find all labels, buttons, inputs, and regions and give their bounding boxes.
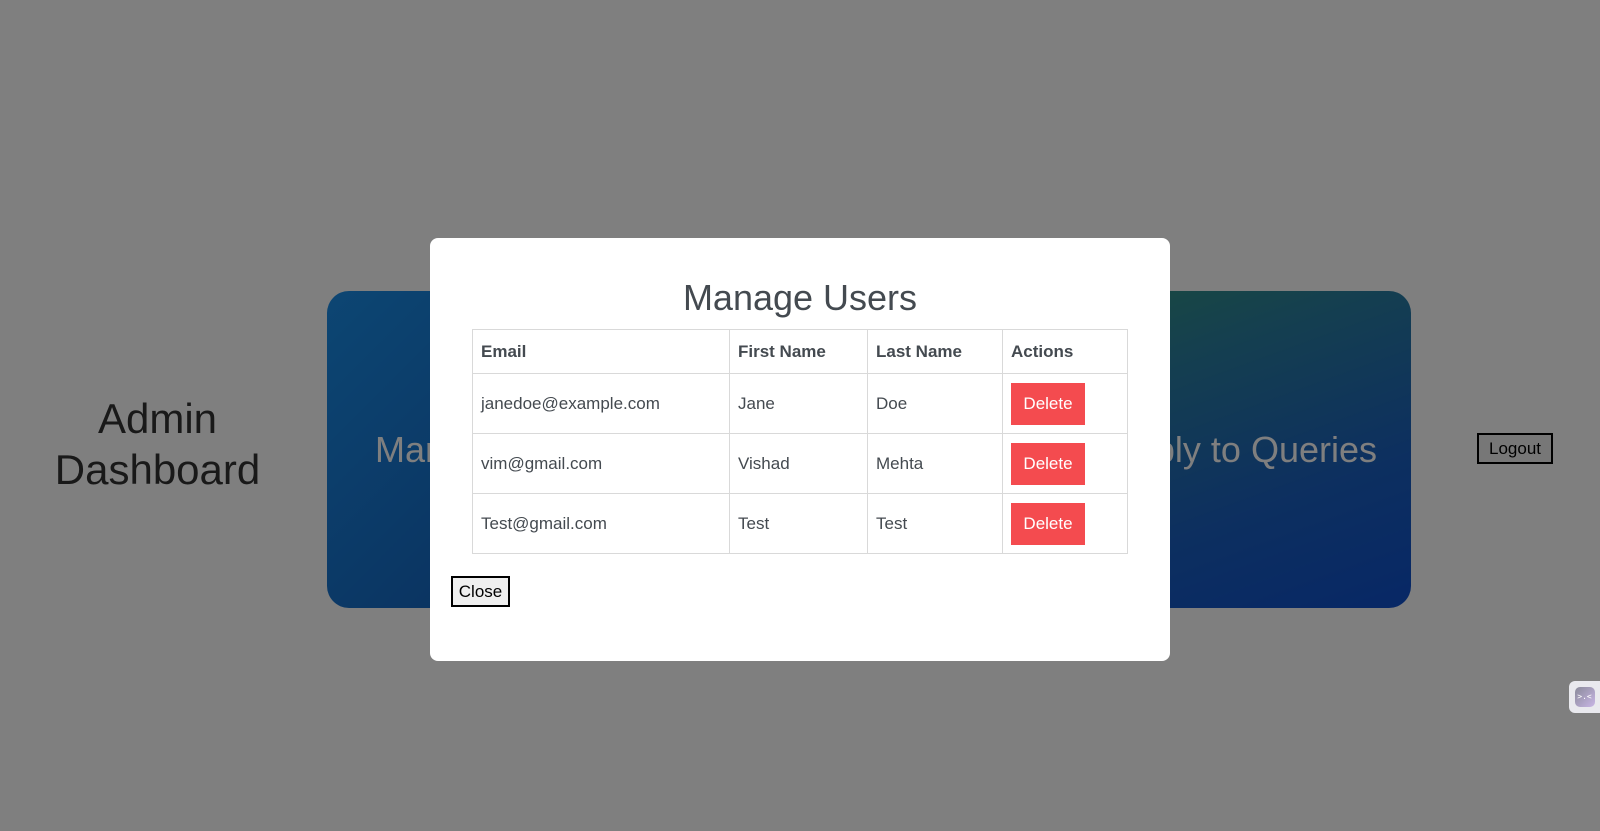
cell-first-name: Vishad bbox=[729, 433, 868, 494]
modal-title: Manage Users bbox=[682, 277, 918, 318]
table-header-row: Email First Name Last Name Actions bbox=[472, 329, 1128, 374]
table-row: vim@gmail.com Vishad Mehta Delete bbox=[472, 433, 1128, 494]
admin-page: Admin Dashboard Manage Users Reply to Qu… bbox=[0, 0, 1600, 831]
close-button[interactable]: Close bbox=[451, 576, 510, 607]
header-first-name: First Name bbox=[729, 329, 868, 374]
cell-last-name: Test bbox=[867, 493, 1003, 554]
delete-user-button[interactable]: Delete bbox=[1011, 382, 1085, 425]
cell-email: Test@gmail.com bbox=[472, 493, 730, 554]
cell-first-name: Jane bbox=[729, 373, 868, 434]
header-actions: Actions bbox=[1002, 329, 1128, 374]
cell-last-name: Mehta bbox=[867, 433, 1003, 494]
cell-actions: Delete bbox=[1002, 433, 1128, 494]
cell-last-name: Doe bbox=[867, 373, 1003, 434]
assistant-widget[interactable]: >.< bbox=[1569, 681, 1600, 713]
header-last-name: Last Name bbox=[867, 329, 1003, 374]
cell-actions: Delete bbox=[1002, 373, 1128, 434]
header-email: Email bbox=[472, 329, 730, 374]
assistant-face-icon: >.< bbox=[1574, 687, 1595, 707]
users-table: Email First Name Last Name Actions janed… bbox=[472, 329, 1128, 554]
cell-first-name: Test bbox=[729, 493, 868, 554]
cell-email: vim@gmail.com bbox=[472, 433, 730, 494]
delete-user-button[interactable]: Delete bbox=[1011, 442, 1085, 485]
delete-user-button[interactable]: Delete bbox=[1011, 502, 1085, 545]
manage-users-modal: Manage Users Email First Name Last Name … bbox=[430, 238, 1170, 661]
cell-email: janedoe@example.com bbox=[472, 373, 730, 434]
table-row: janedoe@example.com Jane Doe Delete bbox=[472, 373, 1128, 434]
cell-actions: Delete bbox=[1002, 493, 1128, 554]
table-row: Test@gmail.com Test Test Delete bbox=[472, 493, 1128, 554]
